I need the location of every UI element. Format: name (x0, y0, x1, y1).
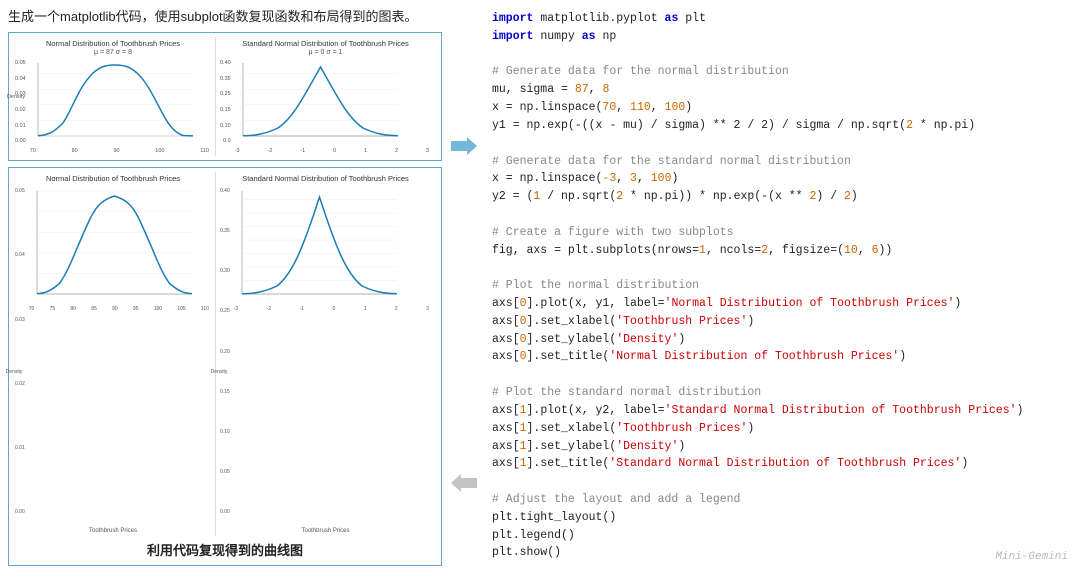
code-block: import matplotlib.pyplot as plt import n… (492, 10, 1066, 562)
bottom-standard-ylabel: Density (211, 369, 228, 375)
code-line-19: plt.show() (492, 544, 1066, 562)
bottom-chart-normal-title: Normal Distribution of Toothbrush Prices (46, 174, 180, 183)
code-line-cm1: # Generate data for the normal distribut… (492, 63, 1066, 81)
code-line-8: fig, axs = plt.subplots(nrows=1, ncols=2… (492, 242, 1066, 260)
bottom-charts: Normal Distribution of Toothbrush Prices… (13, 172, 437, 536)
code-line-11: axs[0].set_ylabel('Density') (492, 331, 1066, 349)
code-line-13: axs[1].plot(x, y2, label='Standard Norma… (492, 402, 1066, 420)
code-line-cm4: # Plot the normal distribution (492, 277, 1066, 295)
arrow-right (451, 137, 477, 160)
code-line-cm2: # Generate data for the standard normal … (492, 153, 1066, 171)
top-chart-standard: Standard Normal Distribution of Toothbru… (218, 37, 433, 156)
code-line-18: plt.legend() (492, 527, 1066, 545)
top-standard-svg (233, 58, 403, 148)
code-line-blank-4 (492, 259, 1066, 277)
bottom-standard-svg (232, 186, 402, 306)
bottom-charts-box: Normal Distribution of Toothbrush Prices… (8, 167, 442, 566)
top-chart-standard-subtitle: μ = 0 σ = 1 (308, 49, 342, 56)
code-line-blank-2 (492, 135, 1066, 153)
bottom-normal-xlabel: Toothbrush Prices (89, 528, 137, 534)
top-chart-normal-title: Normal Distribution of Toothbrush Prices (46, 39, 180, 48)
top-charts-box: Normal Distribution of Toothbrush Prices… (8, 32, 442, 161)
code-line-15: axs[1].set_ylabel('Density') (492, 438, 1066, 456)
code-line-1: import matplotlib.pyplot as plt (492, 10, 1066, 28)
code-line-10: axs[0].set_xlabel('Toothbrush Prices') (492, 313, 1066, 331)
code-line-blank-5 (492, 366, 1066, 384)
code-line-cm6: # Adjust the layout and add a legend (492, 491, 1066, 509)
bottom-normal-svg (27, 186, 197, 306)
code-line-blank-1 (492, 46, 1066, 64)
description-text: 生成一个matplotlib代码，使用subplot函数复现函数和布局得到的图表… (8, 8, 442, 26)
bottom-chart-standard-title: Standard Normal Distribution of Toothbru… (242, 174, 409, 183)
top-chart-normal: Normal Distribution of Toothbrush Prices… (13, 37, 213, 156)
bottom-chart-standard: Standard Normal Distribution of Toothbru… (218, 172, 433, 536)
bottom-standard-xlabel: Toothbrush Prices (301, 528, 349, 534)
watermark: Mini-Gemini (995, 549, 1068, 566)
right-panel: import matplotlib.pyplot as plt import n… (478, 0, 1080, 574)
code-line-4: x = np.linspace(70, 110, 100) (492, 99, 1066, 117)
arrow-left (451, 474, 477, 497)
code-line-17: plt.tight_layout() (492, 509, 1066, 527)
top-normal-ylabel: Density (7, 94, 25, 100)
code-line-7: y2 = (1 / np.sqrt(2 * np.pi)) * np.exp(-… (492, 188, 1066, 206)
arrows-area (450, 0, 478, 574)
top-normal-svg (28, 58, 198, 148)
bottom-normal-ylabel: Density (6, 369, 23, 375)
code-line-14: axs[1].set_xlabel('Toothbrush Prices') (492, 420, 1066, 438)
code-line-2: import numpy as np (492, 28, 1066, 46)
code-line-blank-6 (492, 473, 1066, 491)
code-line-12: axs[0].set_title('Normal Distribution of… (492, 348, 1066, 366)
code-line-6: x = np.linspace(-3, 3, 100) (492, 170, 1066, 188)
code-line-cm5: # Plot the standard normal distribution (492, 384, 1066, 402)
bottom-chart-normal: Normal Distribution of Toothbrush Prices… (13, 172, 213, 536)
top-chart-standard-title: Standard Normal Distribution of Toothbru… (242, 39, 409, 48)
bottom-caption: 利用代码复现得到的曲线图 (13, 536, 437, 561)
code-line-9: axs[0].plot(x, y1, label='Normal Distrib… (492, 295, 1066, 313)
top-chart-normal-subtitle: μ = 87 σ = 8 (94, 49, 132, 56)
code-line-16: axs[1].set_title('Standard Normal Distri… (492, 455, 1066, 473)
left-panel: 生成一个matplotlib代码，使用subplot函数复现函数和布局得到的图表… (0, 0, 450, 574)
code-line-3: mu, sigma = 87, 8 (492, 81, 1066, 99)
code-line-cm3: # Create a figure with two subplots (492, 224, 1066, 242)
code-line-blank-3 (492, 206, 1066, 224)
code-line-5: y1 = np.exp(-((x - mu) / sigma) ** 2 / 2… (492, 117, 1066, 135)
